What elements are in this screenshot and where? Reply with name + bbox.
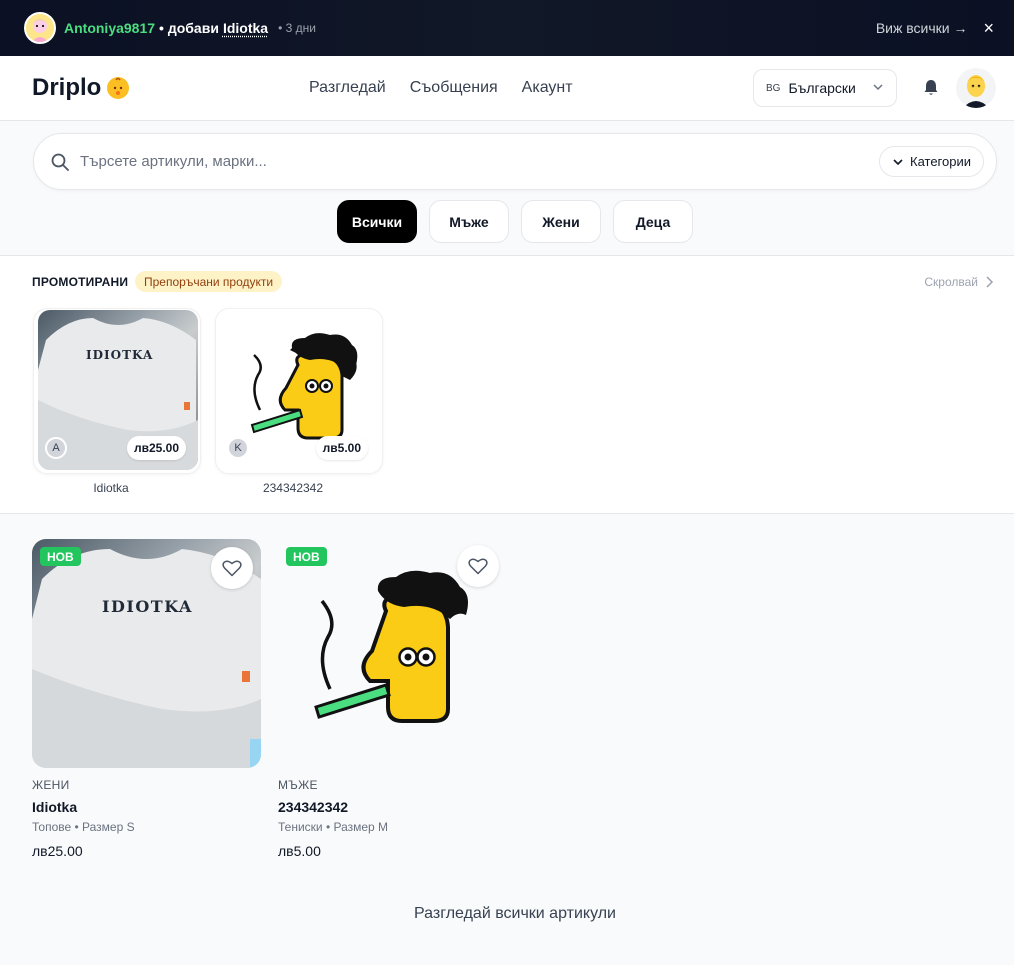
price-tag: лв25.00 xyxy=(126,436,186,460)
bell-icon[interactable] xyxy=(921,78,941,98)
nav-messages[interactable]: Съобщения xyxy=(410,79,498,97)
listing-category: МЪЖЕ xyxy=(278,778,318,792)
filter-women[interactable]: Жени xyxy=(521,200,601,243)
language-label: Български xyxy=(788,80,856,96)
chevron-down-icon xyxy=(872,81,884,96)
categories-label: Категории xyxy=(910,154,971,169)
listing-category: ЖЕНИ xyxy=(32,778,70,792)
site-header: Driplo Разгледай Съобщения Акаунт BG Бъл… xyxy=(0,56,1014,121)
favorite-button[interactable] xyxy=(211,547,253,589)
scroll-label: Скролвай xyxy=(924,275,978,289)
listing-price: лв25.00 xyxy=(32,843,83,859)
view-all-link[interactable]: Виж всички → xyxy=(876,20,968,36)
seller-avatar[interactable]: K xyxy=(227,437,249,459)
activity-user-avatar[interactable] xyxy=(24,12,56,44)
product-image: НОВ xyxy=(278,539,507,768)
promoted-title: ПРОМОТИРАНИ xyxy=(32,275,129,289)
promoted-section: ПРОМОТИРАНИ Препоръчани продукти Скролва… xyxy=(0,256,1014,514)
avatar-illustration-icon xyxy=(956,68,996,108)
listing-meta: Тениски • Размер M xyxy=(278,820,389,834)
promoted-card[interactable]: IDIOTKA A лв25.00 xyxy=(33,308,201,474)
chevron-down-icon xyxy=(893,158,903,165)
close-icon[interactable]: × xyxy=(983,19,994,37)
activity-time: • 3 дни xyxy=(278,21,316,35)
activity-text: Antoniya9817 • добави Idiotka • 3 дни xyxy=(64,20,316,36)
promoted-item-name[interactable]: Idiotka xyxy=(27,481,195,495)
favorite-button[interactable] xyxy=(457,545,499,587)
listing-meta: Топове • Размер S xyxy=(32,820,135,834)
logo[interactable]: Driplo xyxy=(32,74,130,102)
nav-account[interactable]: Акаунт xyxy=(522,79,573,97)
language-selector[interactable]: BG Български xyxy=(753,69,897,107)
baby-emoji-icon xyxy=(107,77,130,99)
activity-banner: Antoniya9817 • добави Idiotka • 3 дни Ви… xyxy=(0,0,1014,56)
filter-pills: Всички Мъже Жени Деца xyxy=(337,200,693,243)
seller-avatar[interactable]: A xyxy=(45,437,67,459)
search-bar: Категории xyxy=(33,133,997,190)
browse-all-link[interactable]: Разгледай всички артикули xyxy=(0,905,1014,923)
promoted-item-name[interactable]: 234342342 xyxy=(209,481,377,495)
filter-kids[interactable]: Деца xyxy=(613,200,693,243)
main-nav: Разгледай Съобщения Акаунт xyxy=(309,56,573,120)
chevron-right-icon xyxy=(986,276,994,288)
tshirt-print-text: IDIOTKA xyxy=(86,348,154,362)
nav-browse[interactable]: Разгледай xyxy=(309,79,386,97)
product-image: IDIOTKA НОВ xyxy=(32,539,261,768)
new-badge: НОВ xyxy=(40,547,81,566)
activity-action: • добави xyxy=(159,20,219,36)
filter-men[interactable]: Мъже xyxy=(429,200,509,243)
user-avatar[interactable] xyxy=(956,68,996,108)
listing-title[interactable]: Idiotka xyxy=(32,799,261,815)
categories-button[interactable]: Категории xyxy=(879,146,984,177)
activity-item-link[interactable]: Idiotka xyxy=(223,20,268,36)
promoted-card[interactable]: K лв5.00 xyxy=(215,308,383,474)
search-icon xyxy=(50,152,70,172)
logo-text: Driplo xyxy=(32,74,102,101)
heart-icon xyxy=(222,560,242,577)
listing-card[interactable]: IDIOTKA НОВ ЖЕНИ Idiotka Топове • Размер… xyxy=(32,539,261,859)
promoted-badge: Препоръчани продукти xyxy=(135,271,283,292)
activity-username[interactable]: Antoniya9817 xyxy=(64,20,155,36)
search-input[interactable] xyxy=(80,153,879,170)
scroll-button[interactable]: Скролвай xyxy=(924,275,994,289)
tshirt-print-text: IDIOTKA xyxy=(102,597,193,616)
filter-all[interactable]: Всички xyxy=(337,200,417,243)
listing-price: лв5.00 xyxy=(278,843,321,859)
listing-card[interactable]: НОВ МЪЖЕ 234342342 Тениски • Размер M лв… xyxy=(278,539,507,859)
new-badge: НОВ xyxy=(286,547,327,566)
price-tag: лв5.00 xyxy=(315,436,368,460)
heart-icon xyxy=(468,558,488,575)
language-code: BG xyxy=(766,82,781,94)
avatar-illustration-icon xyxy=(26,14,54,42)
listing-title[interactable]: 234342342 xyxy=(278,799,507,815)
